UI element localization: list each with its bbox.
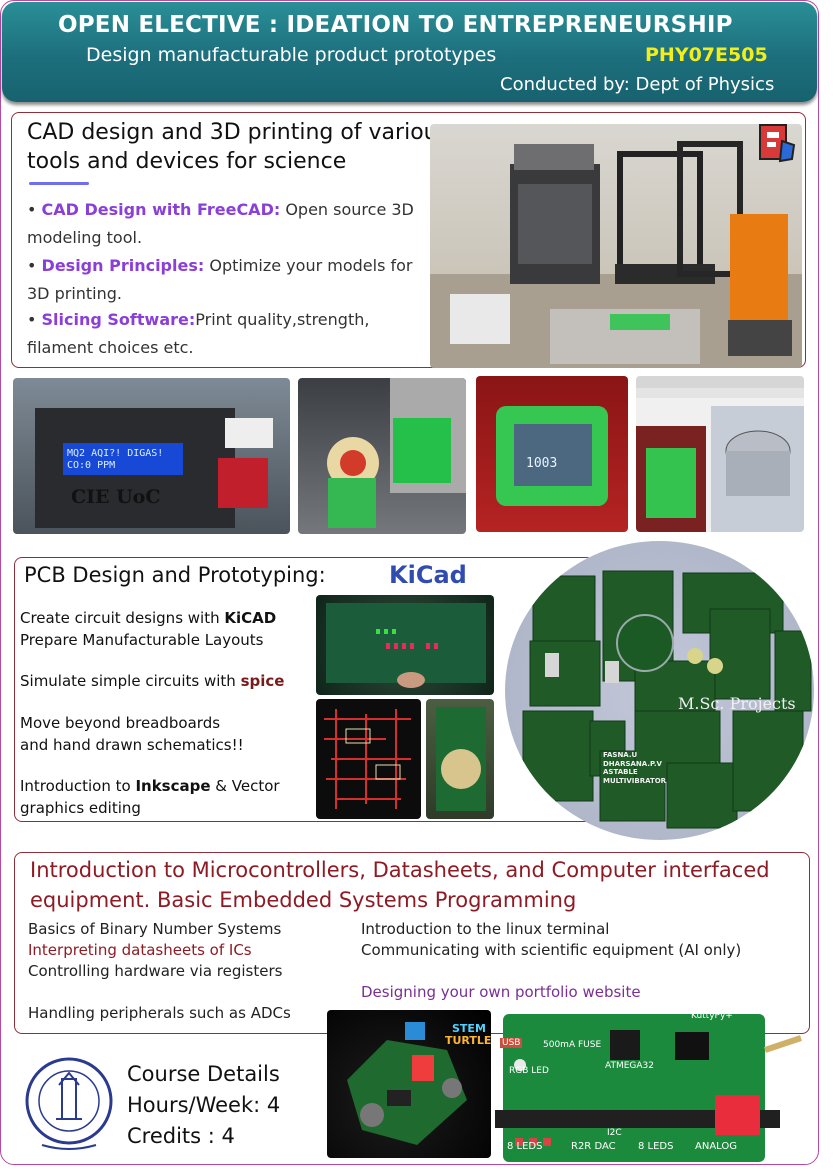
- pcb-line-4: Move beyond breadboards: [20, 714, 221, 732]
- pcb-line-1: Create circuit designs with KiCAD: [20, 607, 276, 629]
- device-brand-label: CIE UoC: [71, 486, 161, 508]
- cad-accent-line: [29, 182, 89, 185]
- board-i2c-label: I2C: [607, 1128, 622, 1138]
- touch-pad-pcb-photo: [426, 699, 494, 819]
- mcu-item-3: Controlling hardware via registers: [28, 962, 283, 980]
- stem-turtle-photo: STEM TURTLE: [327, 1010, 491, 1158]
- pcb-line-7: graphics editing: [20, 799, 141, 817]
- board-fuse-label: 500mA FUSE: [543, 1040, 602, 1050]
- cad-title: CAD design and 3D printing of various to…: [27, 120, 450, 174]
- cad-bullet-term: CAD Design with FreeCAD:: [41, 200, 281, 219]
- board-label-analog: ANALOG: [695, 1141, 737, 1152]
- pcb-text: Introduction to: [20, 777, 136, 795]
- freecad-screenshot: [636, 376, 804, 532]
- board-label-leds-2: 8 LEDS: [638, 1141, 674, 1152]
- course-details-heading: Course Details: [127, 1062, 280, 1086]
- board-label-astable: ASTABLE MULTIVIBRATOR: [603, 768, 667, 785]
- board-label-dac: R2R DAC: [571, 1141, 616, 1152]
- pcb-bold-term: Inkscape: [135, 777, 211, 795]
- conducted-by: Conducted by: Dept of Physics: [500, 74, 775, 95]
- cad-bullet-term: Slicing Software:: [41, 310, 196, 329]
- freecad-logo-icon: [758, 123, 798, 169]
- pcb-bold-term: spice: [240, 672, 285, 690]
- cad-bullet-2: • Design Principles: Optimize your model…: [27, 256, 413, 303]
- course-code: PHY07E505: [645, 44, 768, 66]
- gas-sensor-photo: MQ2 AQI?! DIGAS! CO:0 PPM CIE UoC: [13, 378, 290, 534]
- mcu-item-5: Introduction to the linux terminal: [361, 920, 610, 938]
- course-credits: Credits : 4: [127, 1124, 235, 1148]
- board-rgb-label: RGB LED: [509, 1066, 549, 1076]
- turtle-label: TURTLE: [445, 1034, 491, 1047]
- msc-projects-label: M.Sc. Projects: [678, 694, 796, 713]
- mcu-item-4: Handling peripherals such as ADCs: [28, 1004, 291, 1022]
- cad-bullet-3: • Slicing Software:Print quality,strengt…: [27, 310, 370, 357]
- pcb-line-3: Simulate simple circuits with spice: [20, 670, 284, 692]
- pcb-adder-photo: [316, 595, 494, 695]
- board-chip-label: ATMEGA32: [605, 1061, 654, 1071]
- mcu-item-7: Designing your own portfolio website: [361, 983, 641, 1001]
- board-label-names: FASNA.U DHARSANA.P.V: [603, 751, 662, 768]
- kicad-logo-text: KiCad: [389, 561, 467, 589]
- mcu-item-1: Basics of Binary Number Systems: [28, 920, 282, 938]
- pcb-line-2: Prepare Manufacturable Layouts: [20, 631, 264, 649]
- kuttypy-board-photo: KuttyPy+ ATMEGA32 500mA FUSE USB RGB LED…: [495, 1010, 813, 1163]
- university-seal-icon: [22, 1055, 116, 1159]
- pcb-line-6: Introduction to Inkscape & Vector: [20, 775, 280, 797]
- cad-bullet-1: • CAD Design with FreeCAD: Open source 3…: [27, 200, 414, 247]
- cad-bullet-term: Design Principles:: [41, 256, 205, 275]
- course-hours: Hours/Week: 4: [127, 1093, 281, 1117]
- printers-photo: [430, 124, 802, 368]
- header-banner: OPEN ELECTIVE : IDEATION TO ENTREPRENEUR…: [2, 2, 817, 102]
- board-usb-label: USB: [500, 1038, 523, 1048]
- pcb-text: & Vector: [210, 777, 280, 795]
- pcb-title: PCB Design and Prototyping:: [24, 563, 326, 587]
- pcb-layout-photo: [316, 699, 421, 819]
- board-label-leds-1: 8 LEDS: [507, 1141, 543, 1152]
- pcb-bold-term: KiCAD: [224, 609, 277, 627]
- lcd-line-1: MQ2 AQI?! DIGAS!: [67, 448, 164, 459]
- green-parts-photo: [298, 378, 466, 534]
- course-subtitle: Design manufacturable product prototypes: [86, 44, 497, 66]
- board-name: KuttyPy+: [691, 1011, 733, 1021]
- mcu-item-2: Interpreting datasheets of ICs: [28, 941, 252, 959]
- pcb-text: Create circuit designs with: [20, 609, 225, 627]
- kicad-logo: KiCad: [389, 561, 473, 589]
- mcu-item-6: Communicating with scientific equipment …: [361, 941, 742, 959]
- display-reading: 1003: [526, 456, 558, 471]
- mcu-title: Introduction to Microcontrollers, Datash…: [30, 858, 770, 912]
- lcd-line-2: CO:0 PPM: [67, 460, 116, 471]
- pcb-text: Simulate simple circuits with: [20, 672, 241, 690]
- course-title: OPEN ELECTIVE : IDEATION TO ENTREPRENEUR…: [58, 12, 733, 38]
- display-case-photo: 1003: [476, 376, 628, 532]
- pcb-line-5: and hand drawn schematics!!: [20, 736, 244, 754]
- msc-projects-collage: M.Sc. Projects ASTABLE MULTIVIBRATOR FAS…: [505, 541, 814, 840]
